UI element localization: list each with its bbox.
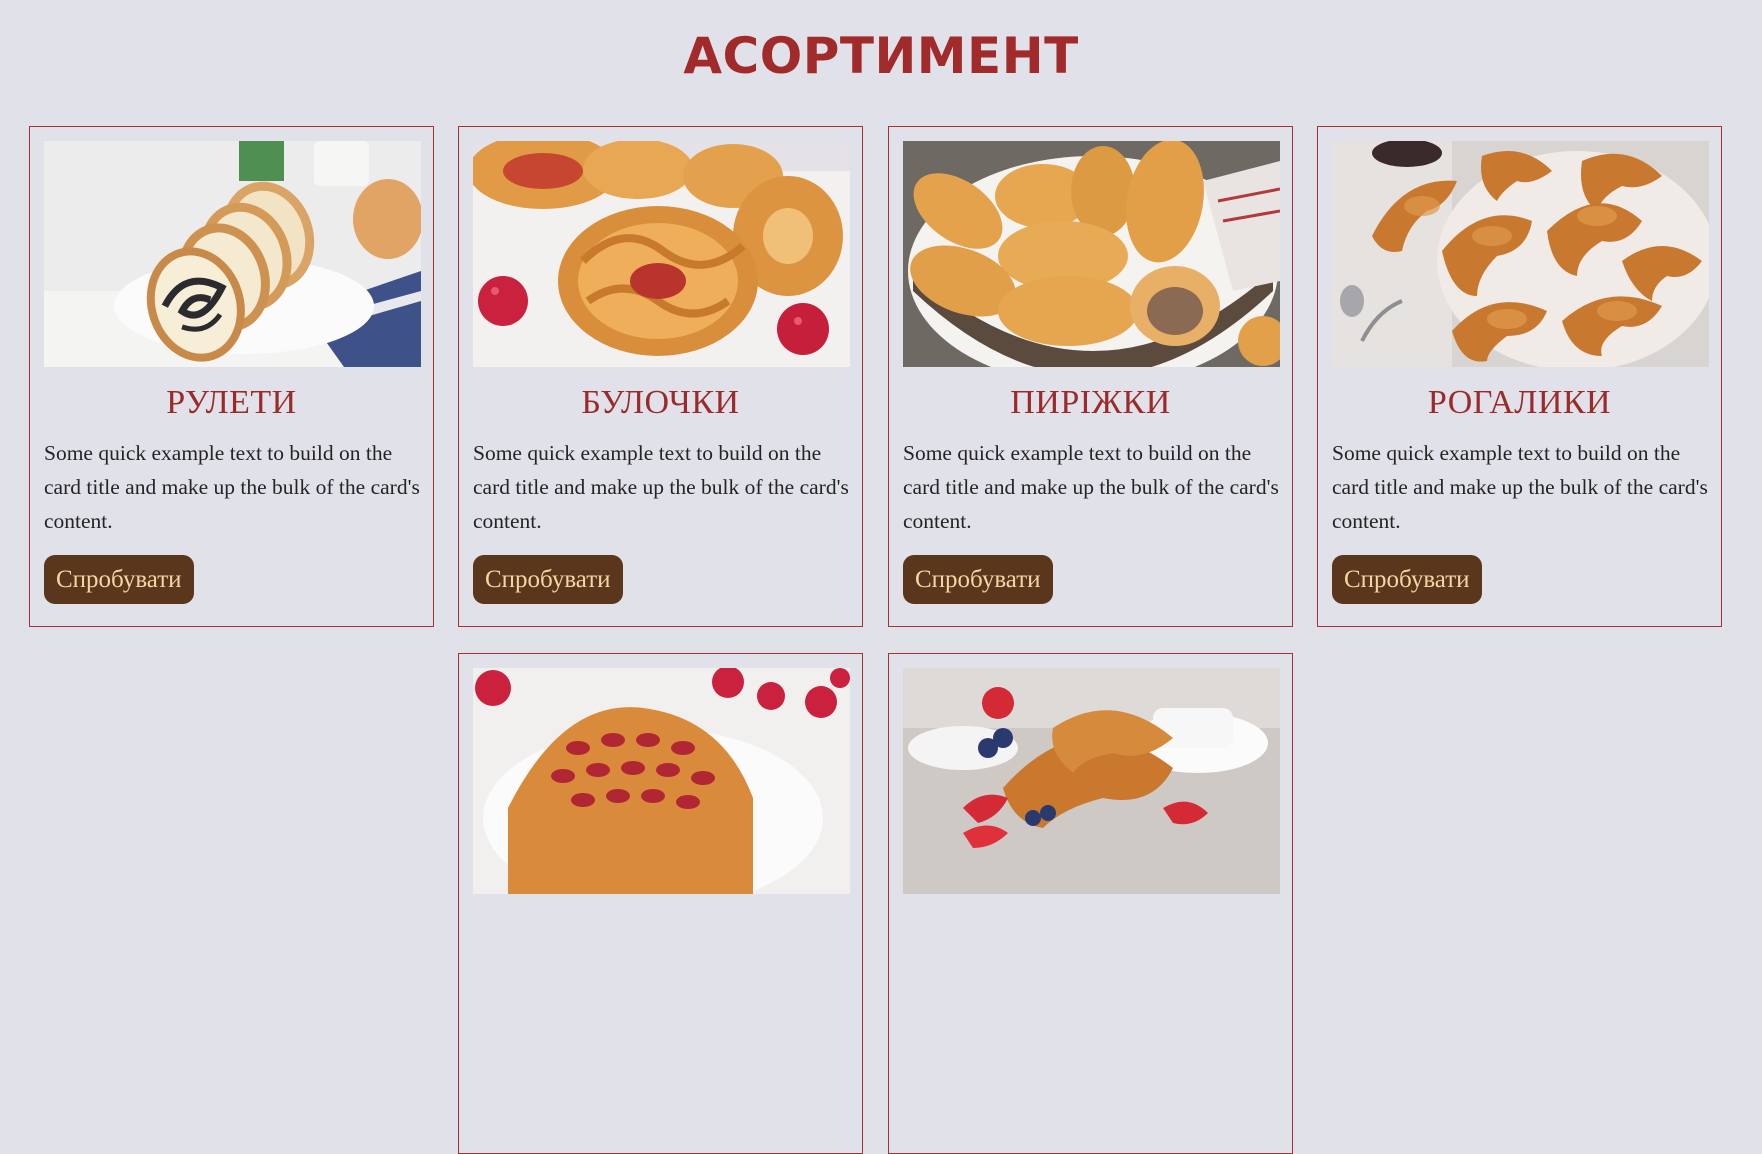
crescent-rolls-image [1332, 141, 1709, 367]
sweet-buns-image [473, 141, 850, 367]
poppy-seed-roll-image [44, 141, 421, 367]
product-card-lattice-pastry [458, 653, 863, 1154]
sweet-buns-photo [473, 141, 850, 367]
try-button[interactable]: Спробувати [44, 555, 194, 604]
poppy-seed-roll-photo [44, 141, 421, 367]
section-title: АСОРТИМЕНТ [683, 27, 1079, 85]
product-card-crescents: РОГАЛИКИ Some quick example text to buil… [1317, 126, 1722, 627]
try-button[interactable]: Спробувати [903, 555, 1053, 604]
card-title: ПИРІЖКИ [1010, 384, 1171, 421]
try-button[interactable]: Спробувати [1332, 555, 1482, 604]
card-text: Some quick example text to build on the … [44, 441, 420, 533]
product-card-pies: ПИРІЖКИ Some quick example text to build… [888, 126, 1293, 627]
try-button[interactable]: Спробувати [473, 555, 623, 604]
croissants-berries-image [903, 668, 1280, 894]
product-card-croissants [888, 653, 1293, 1154]
product-card-rolls: РУЛЕТИ Some quick example text to build … [29, 126, 434, 627]
pies-basket-image [903, 141, 1280, 367]
pies-basket-photo [903, 141, 1280, 367]
croissants-berries-photo [903, 668, 1280, 894]
card-text: Some quick example text to build on the … [903, 441, 1279, 533]
product-card-buns: БУЛОЧКИ Some quick example text to build… [458, 126, 863, 627]
crescent-rolls-photo [1332, 141, 1709, 367]
lattice-pastry-photo [473, 668, 850, 894]
card-text: Some quick example text to build on the … [1332, 441, 1708, 533]
card-title: РОГАЛИКИ [1427, 384, 1612, 421]
card-title: БУЛОЧКИ [581, 384, 740, 421]
card-title: РУЛЕТИ [166, 384, 297, 421]
lattice-pastry-image [473, 668, 850, 894]
card-text: Some quick example text to build on the … [473, 441, 849, 533]
